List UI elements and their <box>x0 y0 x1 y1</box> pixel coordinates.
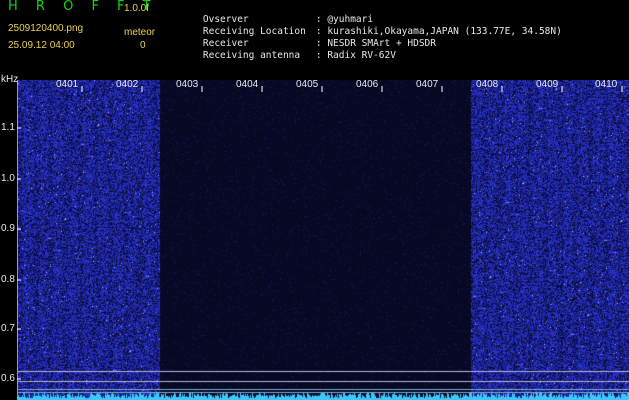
count-label: 0 <box>140 40 146 51</box>
x-tick-label: 0410 <box>595 79 618 90</box>
y-tick-label: 1.0 <box>1 173 15 184</box>
x-tick-label: 0409 <box>536 79 559 90</box>
y-tick-label: 0.8 <box>1 274 15 285</box>
datetime-label: 25.09.12 04:00 <box>8 40 75 51</box>
spectrogram-canvas <box>18 80 629 400</box>
x-tick-label: 0403 <box>176 79 199 90</box>
mode-label: meteor <box>124 27 156 38</box>
hrofft-window: H R O F F T 1.0.0f 2509120400.png meteor… <box>0 0 629 400</box>
x-tick-label: 0401 <box>56 79 79 90</box>
y-axis-unit: kHz <box>1 74 19 85</box>
x-tick-label: 0406 <box>356 79 379 90</box>
x-tick-label: 0404 <box>236 79 259 90</box>
filename-label: 2509120400.png <box>8 23 84 34</box>
meta-label: Receiving antenna <box>202 50 301 61</box>
x-tick-label: 0407 <box>416 79 439 90</box>
x-tick-label: 0402 <box>116 79 139 90</box>
x-tick-label: 0405 <box>296 79 319 90</box>
meta-antenna: Receiving antenna : Radix RV-62V <box>180 39 396 72</box>
y-tick-label: 0.6 <box>1 373 15 384</box>
spectrogram-plot <box>18 80 629 400</box>
x-tick-label: 0408 <box>476 79 499 90</box>
y-tick-label: 0.9 <box>1 223 15 234</box>
y-tick-label: 0.7 <box>1 323 15 334</box>
y-tick-label: 1.1 <box>1 122 15 133</box>
version-label: 1.0.0f <box>124 3 150 14</box>
y-axis-line <box>17 80 18 400</box>
meta-value: : Radix RV-62V <box>315 50 396 61</box>
